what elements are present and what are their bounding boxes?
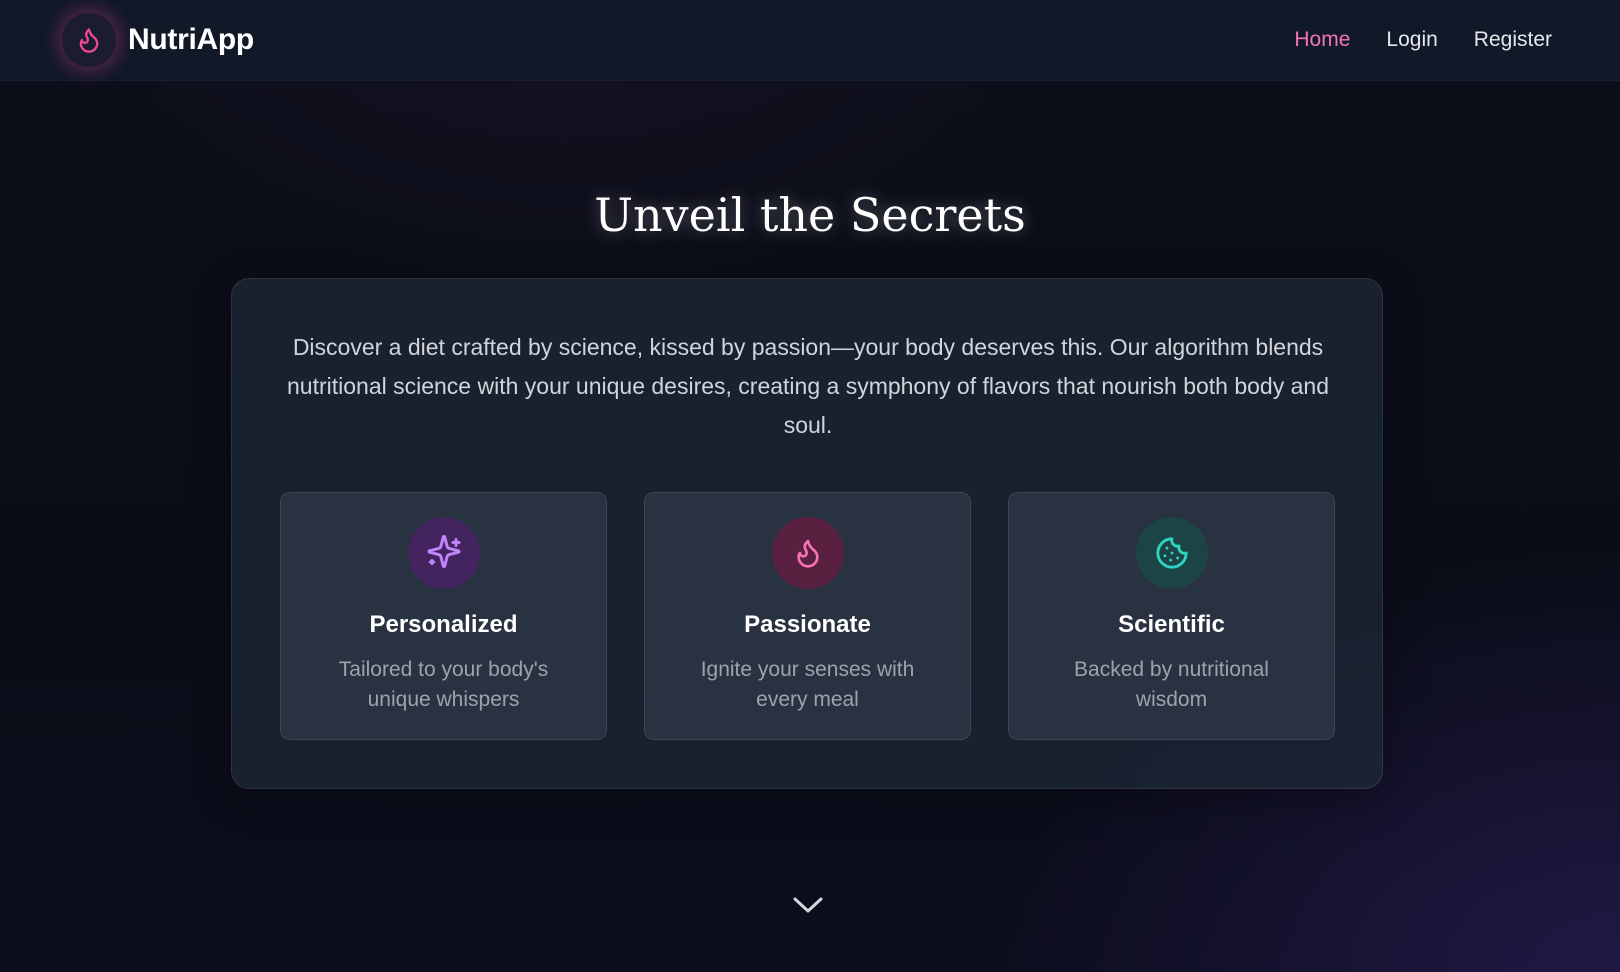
brand[interactable]: NutriApp: [62, 13, 254, 67]
chevron-down-icon: [793, 897, 823, 913]
intro-panel: Discover a diet crafted by science, kiss…: [231, 278, 1383, 789]
brand-logo: [62, 13, 116, 67]
feature-text: Ignite your senses with every meal: [700, 658, 915, 711]
nav-links: Home Login Register: [1294, 28, 1552, 52]
feature-icon-badge: [771, 517, 844, 589]
brand-name: NutriApp: [128, 23, 254, 56]
navbar: NutriApp Home Login Register: [0, 0, 1620, 81]
feature-list: Personalized Tailored to your body's uni…: [280, 492, 1335, 740]
nav-link-home[interactable]: Home: [1294, 28, 1350, 52]
feature-card-personalized: Personalized Tailored to your body's uni…: [280, 492, 607, 740]
feature-title: Scientific: [1118, 611, 1225, 638]
feature-text: Tailored to your body's unique whispers: [338, 658, 549, 711]
cookie-icon: [1155, 537, 1188, 569]
hero-title: Unveil the Secrets: [594, 188, 1026, 242]
flame-icon: [79, 28, 99, 53]
feature-icon-badge: [407, 517, 480, 589]
flame-icon: [796, 539, 819, 568]
feature-title: Passionate: [744, 611, 871, 638]
feature-title: Personalized: [369, 611, 518, 638]
sparkles-icon: [427, 535, 460, 568]
feature-text: Backed by nutritional wisdom: [1074, 658, 1269, 711]
feature-card-passionate: Passionate Ignite your senses with every…: [644, 492, 971, 740]
scroll-down-button[interactable]: [790, 893, 826, 917]
feature-icon-badge: [1135, 517, 1208, 589]
feature-card-scientific: Scientific Backed by nutritional wisdom: [1008, 492, 1335, 740]
nav-link-register[interactable]: Register: [1474, 28, 1552, 52]
hero-description: Discover a diet crafted by science, kiss…: [287, 334, 1329, 438]
nav-link-login[interactable]: Login: [1386, 28, 1437, 52]
